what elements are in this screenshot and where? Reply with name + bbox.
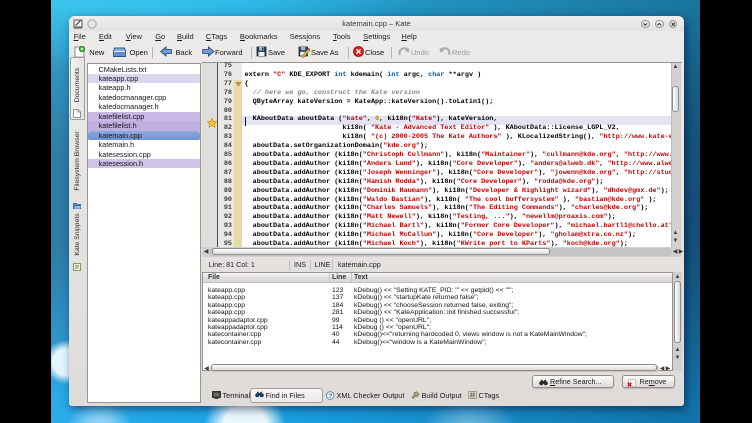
svg-text:?: ? (328, 392, 332, 399)
